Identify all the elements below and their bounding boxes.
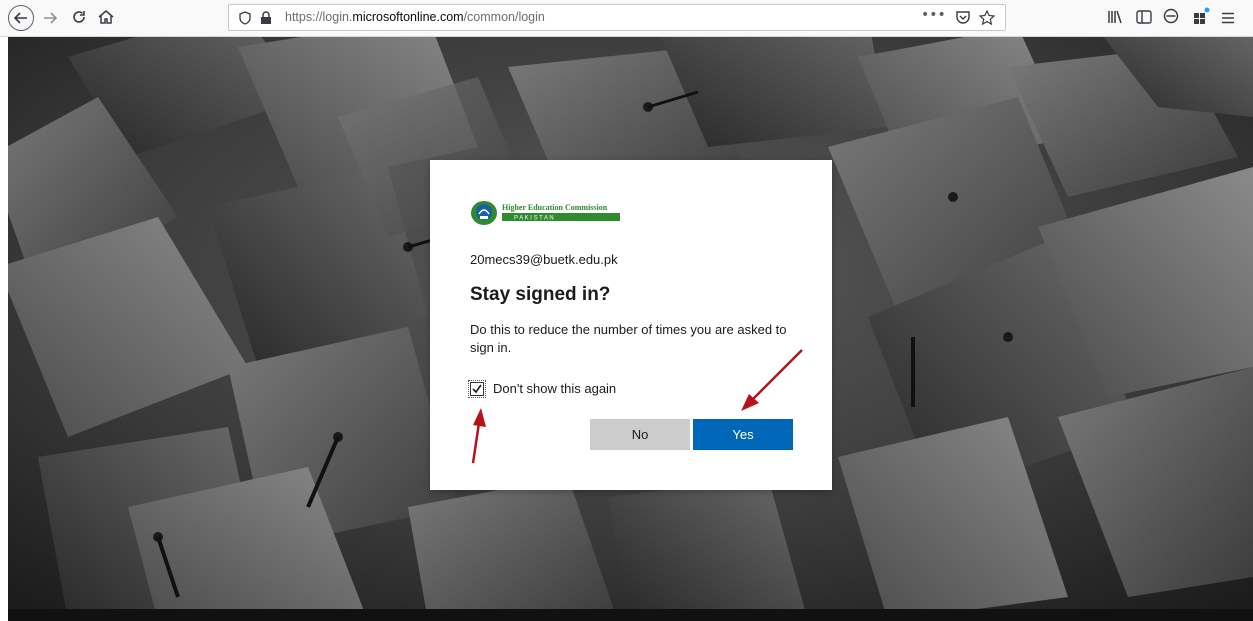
dont-show-again-checkbox[interactable] <box>468 379 486 398</box>
extensions-button[interactable] <box>1188 4 1216 32</box>
hamburger-menu-icon <box>1221 9 1235 28</box>
extensions-icon <box>1193 7 1211 29</box>
url-text[interactable]: https://login.microsoftonline.com/common… <box>285 10 545 24</box>
ellipsis-icon[interactable]: ••• <box>921 7 946 23</box>
lock-icon[interactable] <box>260 10 272 29</box>
pocket-icon[interactable] <box>955 10 971 29</box>
hec-logo: Higher Education Commission P A K I S T … <box>470 198 626 233</box>
sidebar-icon <box>1136 9 1152 28</box>
back-arrow-icon <box>8 5 34 31</box>
dialog-description: Do this to reduce the number of times yo… <box>470 322 787 355</box>
home-icon <box>98 9 114 28</box>
library-icon <box>1107 9 1123 28</box>
account-icon <box>1163 8 1179 28</box>
forward-button[interactable] <box>36 4 64 32</box>
browser-toolbar: https://login.microsoftonline.com/common… <box>0 0 1253 37</box>
library-button[interactable] <box>1101 4 1129 32</box>
dont-show-again-label: Don't show this again <box>493 381 617 396</box>
dont-show-again-row[interactable]: Don't show this again <box>468 379 617 398</box>
menu-button[interactable] <box>1214 4 1242 32</box>
shield-icon[interactable] <box>239 10 251 29</box>
checkmark-icon <box>472 384 482 393</box>
home-button[interactable] <box>92 4 120 32</box>
forward-arrow-icon <box>43 9 58 28</box>
star-icon[interactable] <box>978 9 996 29</box>
account-button[interactable] <box>1157 4 1185 32</box>
reload-icon <box>72 9 86 28</box>
url-host: microsoftonline.com <box>352 10 464 24</box>
yes-button[interactable]: Yes <box>693 419 793 450</box>
no-button[interactable]: No <box>590 419 690 450</box>
url-bar[interactable]: https://login.microsoftonline.com/common… <box>228 4 1006 31</box>
logo-text-bottom: P A K I S T A N <box>514 216 554 222</box>
page-footer <box>8 609 1253 621</box>
logo-text-top: Higher Education Commission <box>502 203 608 212</box>
stay-signed-in-dialog: Higher Education Commission P A K I S T … <box>430 160 832 490</box>
url-prefix: https://login. <box>285 10 353 24</box>
back-button[interactable] <box>7 4 35 32</box>
account-email: 20mecs39@buetk.edu.pk <box>470 252 618 267</box>
sidebar-button[interactable] <box>1130 4 1158 32</box>
url-path: /common/login <box>463 10 545 24</box>
dialog-title: Stay signed in? <box>470 284 611 305</box>
reload-button[interactable] <box>65 4 93 32</box>
